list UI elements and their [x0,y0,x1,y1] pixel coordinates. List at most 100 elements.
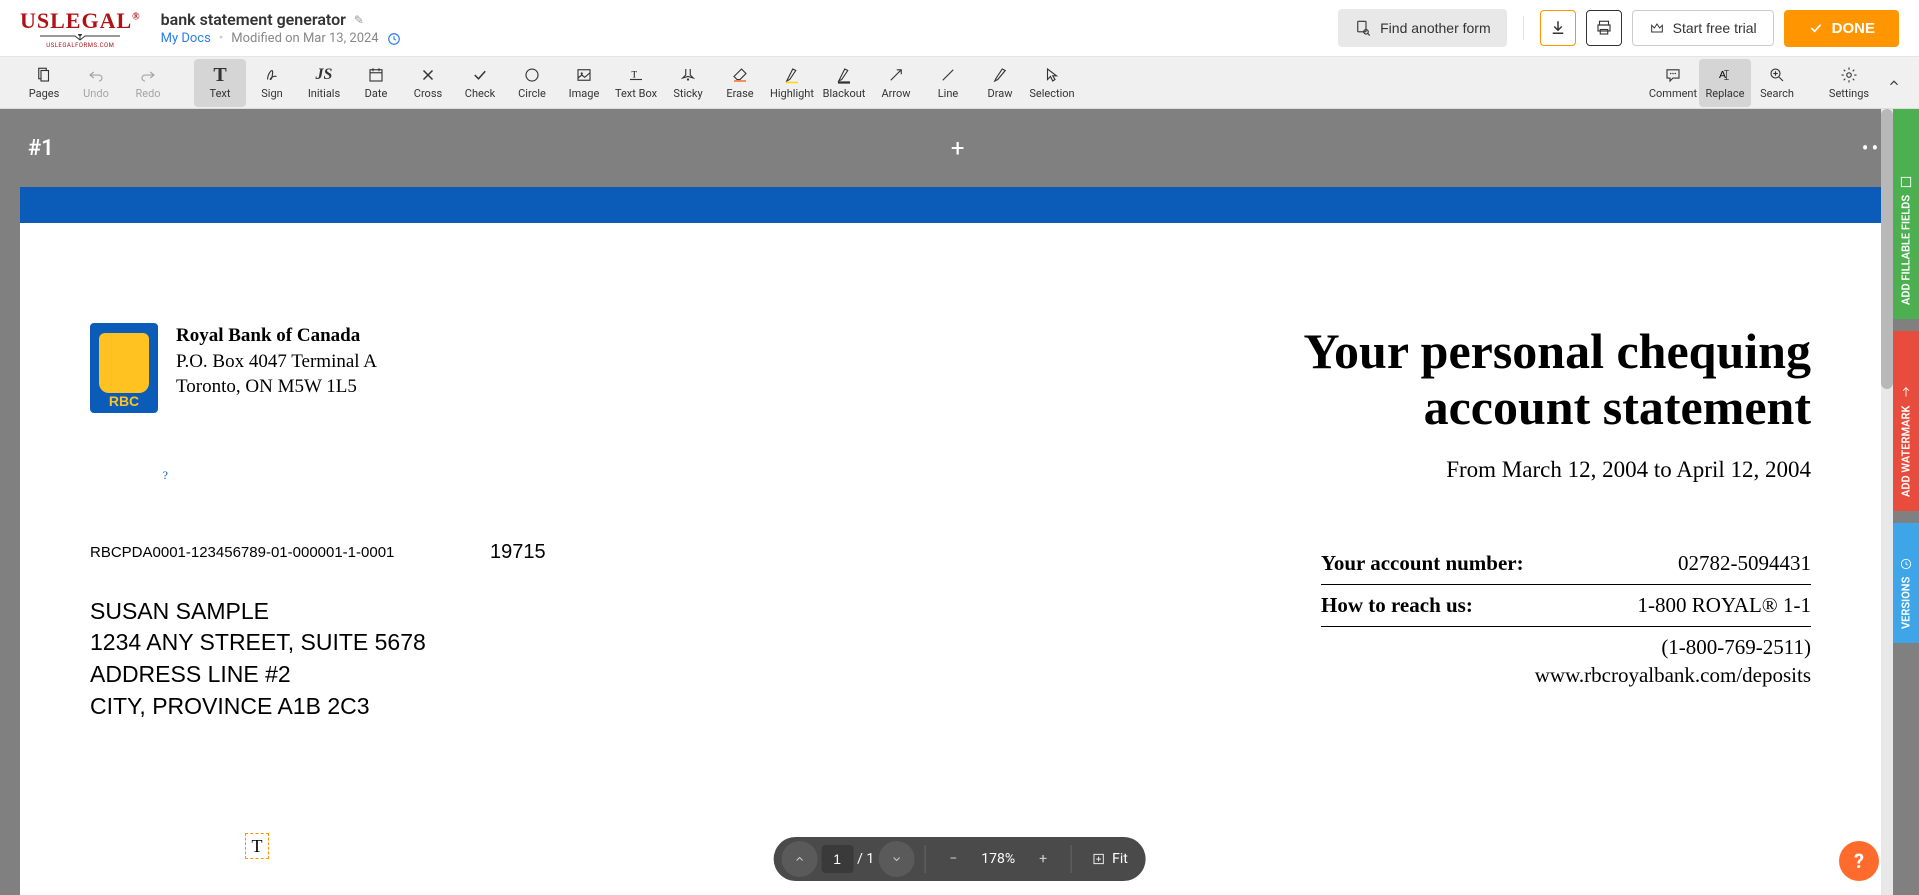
nav-separator [924,845,925,873]
text-icon: T [213,65,226,85]
meta-separator: • [219,31,223,46]
erase-icon [731,65,749,85]
sign-icon [263,65,281,85]
prev-page-button[interactable] [781,841,817,877]
tool-arrow[interactable]: Arrow [870,59,922,107]
help-marker[interactable]: ? [163,468,168,483]
done-label: DONE [1832,20,1875,37]
settings-icon [1840,65,1858,85]
my-docs-link[interactable]: My Docs [161,31,211,46]
reference-number: 19715 [490,541,546,564]
next-page-button[interactable] [878,841,914,877]
divider [1523,16,1524,40]
tool-label: Draw [988,87,1013,100]
customer-addr2: ADDRESS LINE #2 [90,659,426,691]
tool-label: Settings [1829,87,1869,100]
tool-undo[interactable]: Undo [70,59,122,107]
fit-button[interactable]: Fit [1082,851,1138,867]
document-search-icon [1354,19,1372,37]
logo-text: USLEGAL® [20,8,141,34]
zoom-in-button[interactable]: + [1025,841,1061,877]
tool-image[interactable]: Image [558,59,610,107]
trial-label: Start free trial [1673,20,1757,36]
tool-highlight[interactable]: Highlight [766,59,818,107]
done-button[interactable]: DONE [1784,10,1899,47]
rbc-logo: RBC [90,323,158,413]
tool-label: Text Box [615,87,657,100]
customer-addr1: 1234 ANY STREET, SUITE 5678 [90,627,426,659]
nav-separator [1071,845,1072,873]
tool-label: Replace [1705,87,1744,100]
history-icon[interactable] [387,32,401,46]
tool-redo[interactable]: Redo [122,59,174,107]
search-icon [1768,65,1786,85]
tool-sticky[interactable]: Sticky [662,59,714,107]
tool-erase[interactable]: Erase [714,59,766,107]
tool-sign[interactable]: Sign [246,59,298,107]
tool-date[interactable]: Date [350,59,402,107]
header-actions: Find another form Start free trial DONE [1338,9,1899,47]
zoom-out-button[interactable]: − [935,841,971,877]
tool-settings[interactable]: Settings [1823,59,1875,107]
tool-textbox[interactable]: T Text Box [610,59,662,107]
page-header: #1 + ••• [0,109,1919,187]
tool-initials[interactable]: JSInitials [298,59,350,107]
tool-check[interactable]: Check [454,59,506,107]
page-number: #1 [28,136,54,161]
find-form-button[interactable]: Find another form [1338,9,1507,47]
tool-pages[interactable]: Pages [18,59,70,107]
tool-replace[interactable]: AReplace [1699,59,1751,107]
print-button[interactable] [1586,10,1622,46]
page-input[interactable] [821,845,853,873]
start-trial-button[interactable]: Start free trial [1632,10,1774,46]
help-button[interactable]: ? [1839,841,1879,881]
add-watermark-tab[interactable]: ADD WATERMARK [1893,331,1919,511]
selection-icon [1043,65,1061,85]
redo-icon [139,65,157,85]
statement-date-range: From March 12, 2004 to April 12, 2004 [1303,457,1811,483]
tool-blackout[interactable]: Blackout [818,59,870,107]
tool-cross[interactable]: Cross [402,59,454,107]
form-icon [1899,175,1913,189]
tool-label: Selection [1029,87,1074,100]
watermark-label: ADD WATERMARK [1900,406,1913,497]
zoom-level: 178% [975,851,1021,867]
logo-subtext: USLEGALFORMS.COM [46,42,114,49]
check-icon [471,65,489,85]
scrollbar-thumb[interactable] [1881,109,1893,389]
vertical-scrollbar[interactable] [1881,109,1893,895]
statement-title: Your personal chequing account statement [1303,323,1811,435]
initials-icon: JS [316,65,333,85]
edit-title-icon[interactable]: ✎ [354,13,364,27]
tool-draw[interactable]: Draw [974,59,1026,107]
rbc-text: RBC [109,393,139,409]
check-icon [1808,20,1824,36]
tool-label: Cross [414,87,442,100]
uslegal-logo[interactable]: USLEGAL® USLEGALFORMS.COM [20,8,141,49]
tool-label: Sticky [673,87,702,100]
collapse-toolbar-button[interactable] [1887,76,1901,90]
add-fillable-fields-tab[interactable]: ADD FILLABLE FIELDS [1893,109,1919,319]
image-icon [575,65,593,85]
tool-search[interactable]: Search [1751,59,1803,107]
tool-comment[interactable]: Comment [1647,59,1699,107]
add-page-button[interactable]: + [951,134,965,162]
tool-circle[interactable]: Circle [506,59,558,107]
tool-line[interactable]: Line [922,59,974,107]
comment-icon [1664,65,1682,85]
tool-label: Comment [1649,87,1697,100]
textbox-icon: T [627,65,645,85]
logo-wing-icon [30,34,130,42]
bank-info: Royal Bank of Canada P.O. Box 4047 Termi… [176,323,377,483]
clock-icon [1899,557,1913,571]
page-indicator: / 1 [821,845,874,873]
tool-label: Highlight [770,87,814,100]
page-canvas[interactable]: RBC ? Royal Bank of Canada P.O. Box 4047… [20,187,1881,895]
tool-selection[interactable]: Selection [1026,59,1078,107]
versions-tab[interactable]: VERSIONS [1893,523,1919,643]
text-insertion-cursor[interactable]: T [245,833,269,859]
bank-addr1: P.O. Box 4047 Terminal A [176,349,377,375]
download-button[interactable] [1540,10,1576,46]
tool-text[interactable]: TText [194,59,246,107]
tool-label: Date [365,87,388,100]
